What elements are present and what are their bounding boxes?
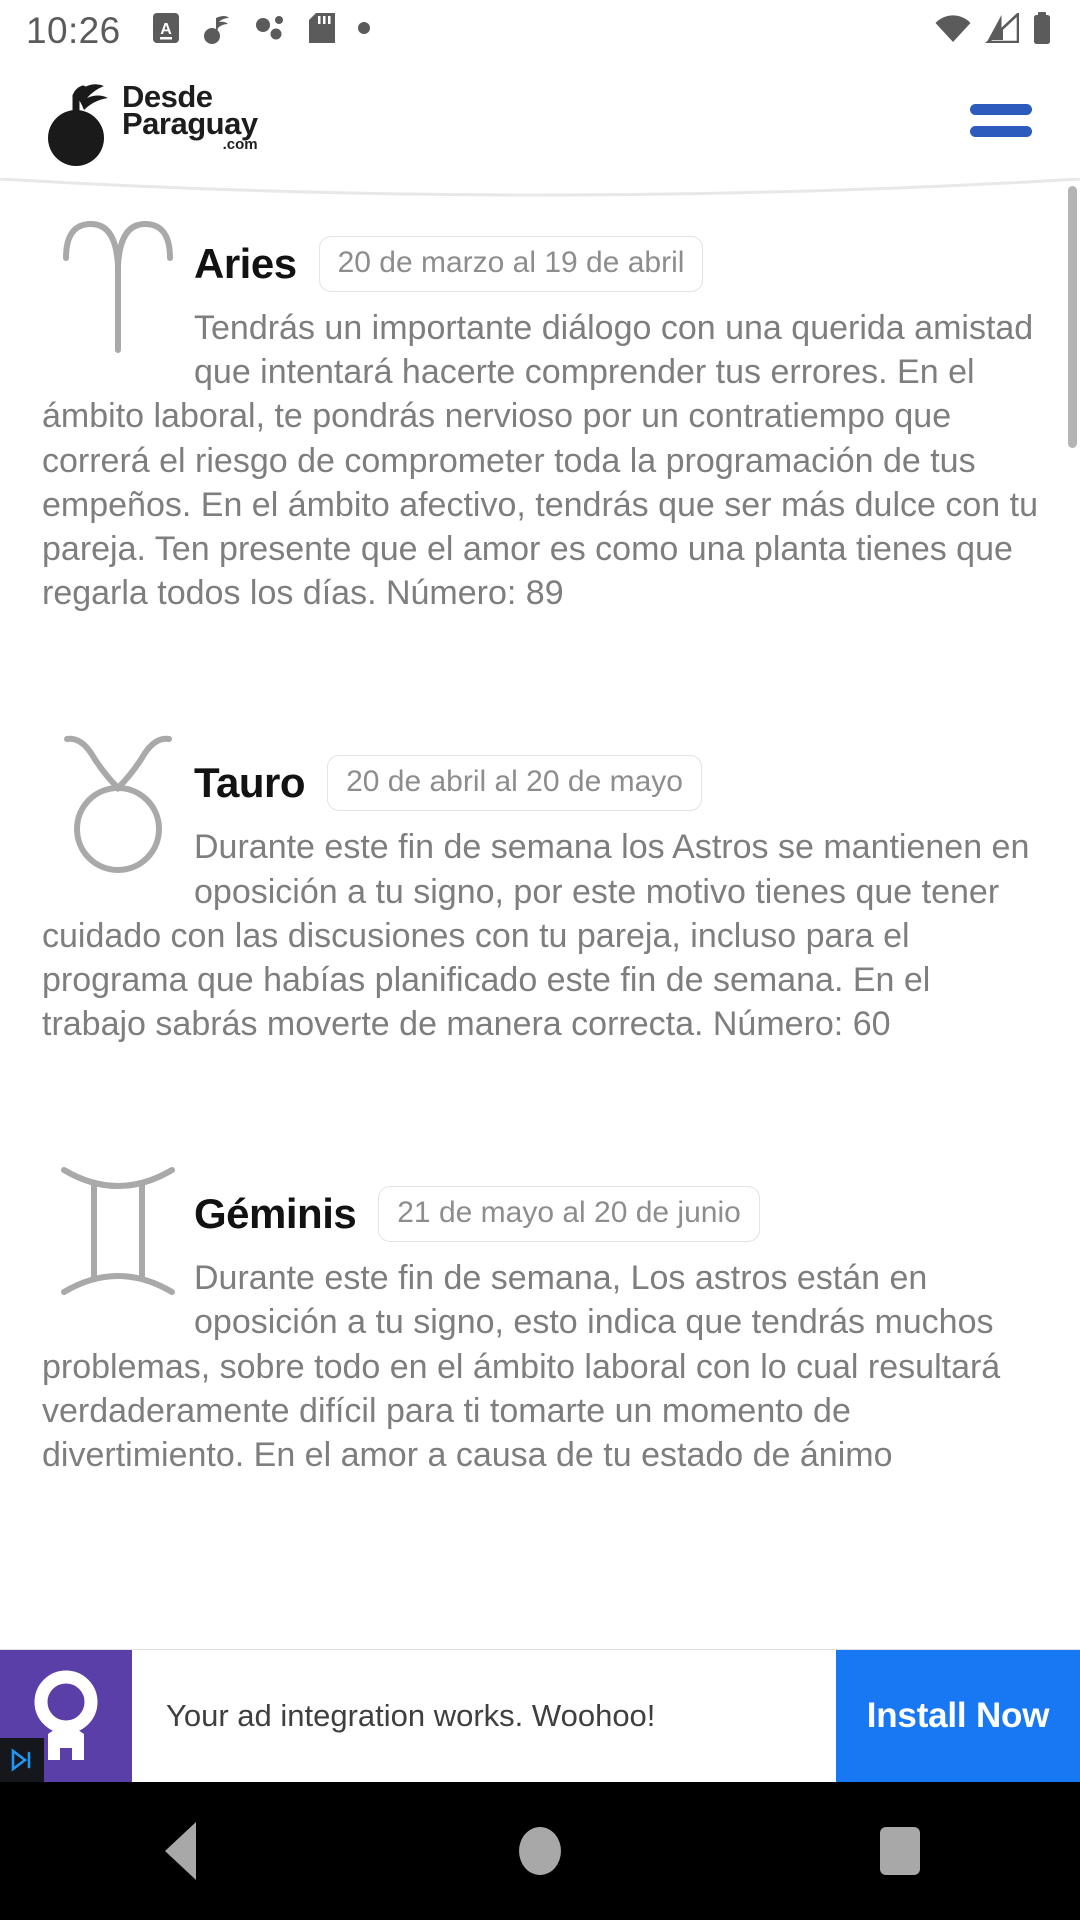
android-nav-bar — [0, 1782, 1080, 1920]
home-circle-icon — [519, 1827, 561, 1875]
hamburger-bar-1 — [970, 103, 1032, 115]
status-right-icons — [934, 10, 1058, 49]
bluetooth-dots-icon — [255, 14, 287, 47]
phone-screen: 10:26 A Desde Paraguay .com Aries 20 de … — [0, 0, 1080, 1920]
nav-back-button[interactable] — [80, 1782, 280, 1920]
horoscope-item-geminis: Géminis 21 de mayo al 20 de junio Durant… — [0, 1150, 1080, 1477]
logo-line3: .com — [222, 136, 258, 154]
ad-message: Your ad integration works. Woohoo! — [166, 1698, 656, 1733]
logo-mark-icon — [42, 74, 128, 166]
status-clock: 10:26 — [26, 9, 121, 51]
horoscope-item-tauro: Tauro 20 de abril al 20 de mayo Durante … — [0, 719, 1080, 1046]
sign-header-aries: Aries 20 de marzo al 19 de abril — [194, 200, 1038, 292]
nav-home-button[interactable] — [440, 1782, 640, 1920]
ad-thumbnail — [0, 1650, 132, 1782]
page-scrollbar[interactable] — [1068, 186, 1077, 448]
music-note-icon — [201, 12, 233, 49]
taurus-bull-icon — [42, 719, 194, 889]
status-bar: 10:26 A — [0, 0, 1080, 60]
horoscope-item-aries: Aries 20 de marzo al 19 de abril Tendrás… — [0, 200, 1080, 615]
back-triangle-icon — [164, 1822, 196, 1880]
caps-lock-a-icon: A — [152, 12, 179, 48]
status-left-icons: A — [152, 12, 371, 49]
aries-ram-icon — [42, 200, 194, 370]
wifi-icon — [934, 13, 972, 48]
nav-recent-button[interactable] — [800, 1782, 1000, 1920]
horoscope-list[interactable]: Aries 20 de marzo al 19 de abril Tendrás… — [0, 200, 1080, 1648]
sign-name: Géminis — [194, 1190, 357, 1238]
logo-text: Desde Paraguay .com — [122, 81, 258, 156]
site-header: Desde Paraguay .com — [0, 60, 1080, 180]
sign-dates-badge: 21 de mayo al 20 de junio — [378, 1186, 760, 1243]
sign-header-tauro: Tauro 20 de abril al 20 de mayo — [194, 719, 1038, 812]
svg-text:A: A — [160, 21, 172, 38]
sign-dates-badge: 20 de marzo al 19 de abril — [318, 236, 704, 292]
site-logo[interactable]: Desde Paraguay .com — [42, 60, 258, 180]
ad-banner[interactable]: Your ad integration works. Woohoo! Insta… — [0, 1650, 1080, 1782]
logo-line2: Paraguay — [122, 105, 258, 141]
sign-name: Aries — [194, 240, 297, 287]
cellular-signal-icon — [984, 10, 1020, 48]
recent-apps-square-icon — [880, 1827, 920, 1875]
hamburger-bar-2 — [970, 125, 1032, 137]
sign-header-geminis: Géminis 21 de mayo al 20 de junio — [194, 1150, 1038, 1243]
sign-dates-badge: 20 de abril al 20 de mayo — [327, 755, 702, 812]
gemini-twins-icon — [42, 1150, 194, 1320]
hamburger-menu-icon[interactable] — [970, 99, 1032, 141]
dot-icon — [357, 21, 371, 40]
install-now-button[interactable]: Install Now — [836, 1650, 1080, 1782]
sign-name: Tauro — [194, 759, 306, 807]
sd-card-icon — [308, 12, 335, 48]
ad-choices-icon[interactable] — [0, 1738, 44, 1782]
battery-icon — [1032, 11, 1052, 49]
